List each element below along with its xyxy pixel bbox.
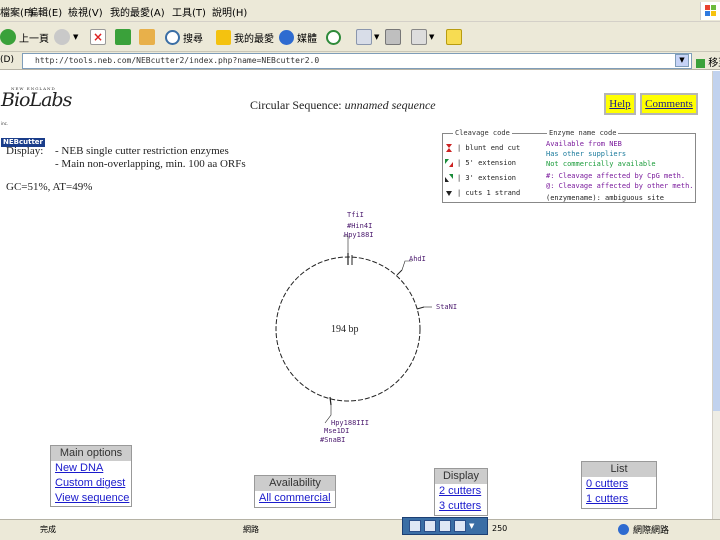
three-cutters-link[interactable]: 3 cutters: [435, 499, 487, 514]
media-button[interactable]: 媒體: [279, 26, 317, 48]
history-icon: [326, 29, 341, 45]
stop-icon: ×: [90, 29, 106, 45]
address-url: http://tools.neb.com/NEBcutter2/index.ph…: [35, 56, 320, 65]
edit-button[interactable]: ▼: [411, 26, 434, 48]
print-icon: [385, 29, 401, 45]
scrollbar-thumb[interactable]: [713, 71, 720, 411]
chevron-down-icon[interactable]: ▼: [469, 522, 474, 530]
print-button[interactable]: [385, 26, 401, 48]
status-bar: 完成 網路 250 網際網路: [0, 519, 720, 540]
chevron-down-icon: ▼: [429, 33, 435, 41]
address-input[interactable]: http://tools.neb.com/NEBcutter2/index.ph…: [22, 53, 692, 69]
enzyme-label-stani[interactable]: StaNI: [436, 303, 457, 311]
input-method-icon[interactable]: [409, 520, 421, 532]
keyboard-icon[interactable]: [424, 520, 436, 532]
enzyme-label-ahdi[interactable]: AhdI: [409, 255, 426, 263]
enzyme-label-hpy188i[interactable]: Hpy188I: [344, 231, 374, 239]
messenger-button[interactable]: [446, 26, 462, 48]
chevron-down-icon: ▼: [374, 33, 380, 41]
media-label: 媒體: [297, 33, 317, 45]
search-button[interactable]: 搜尋: [165, 26, 203, 48]
list-menu: List 0 cutters 1 cutters: [581, 461, 657, 509]
main-options-title: Main options: [51, 446, 131, 461]
back-arrow-icon: [0, 29, 16, 45]
forward-arrow-icon: [54, 29, 70, 45]
internet-zone-icon: [618, 524, 629, 535]
back-label: 上一頁: [19, 33, 49, 45]
display-menu-title: Display: [435, 469, 487, 484]
status-text-network: 網路: [243, 525, 259, 534]
menu-favorites[interactable]: 我的最愛(A): [110, 4, 165, 19]
go-button[interactable]: 移至: [696, 54, 720, 69]
menu-tools[interactable]: 工具(T): [172, 4, 206, 19]
status-text-count: 250: [492, 524, 508, 533]
chevron-down-icon: ▼: [73, 33, 79, 41]
media-icon: [279, 29, 294, 45]
display-menu: Display 2 cutters 3 cutters: [434, 468, 488, 516]
stop-button[interactable]: ×: [90, 26, 106, 48]
menu-view[interactable]: 檢視(V): [68, 4, 103, 19]
home-button[interactable]: [139, 26, 155, 48]
language-bar[interactable]: ▼: [402, 517, 488, 535]
list-menu-title: List: [582, 462, 656, 477]
refresh-button[interactable]: [115, 26, 131, 48]
sequence-length: 194 bp: [331, 324, 359, 335]
view-sequence-link[interactable]: View sequence: [51, 491, 131, 506]
zone-label: 網際網路: [633, 526, 670, 536]
availability-menu: Availability All commercial: [254, 475, 336, 508]
refresh-icon: [115, 29, 131, 45]
favorites-label: 我的最愛: [234, 33, 274, 45]
site-tick-ahdi: [396, 269, 403, 276]
enzyme-label-hpy188iii[interactable]: Hpy188III: [331, 419, 369, 427]
security-zone: 網際網路: [618, 523, 669, 536]
mail-button[interactable]: ▼: [356, 26, 379, 48]
go-label: 移至: [708, 58, 720, 69]
back-button[interactable]: 上一頁 ▼: [0, 26, 60, 48]
address-dropdown-icon[interactable]: ▼: [675, 54, 689, 67]
status-text: 完成: [40, 525, 56, 534]
site-tick-bottom: [329, 396, 332, 406]
edit-icon: [411, 29, 427, 45]
address-label: (D): [0, 55, 14, 65]
forward-button[interactable]: ▼: [54, 26, 78, 48]
zero-cutters-link[interactable]: 0 cutters: [582, 477, 656, 492]
search-label: 搜尋: [183, 33, 203, 45]
help-icon[interactable]: [454, 520, 466, 532]
availability-title: Availability: [255, 476, 335, 491]
menu-help[interactable]: 說明(H): [212, 4, 247, 19]
address-bar: (D) http://tools.neb.com/NEBcutter2/inde…: [0, 52, 720, 70]
home-icon: [139, 29, 155, 45]
go-arrow-icon: [696, 58, 705, 68]
windows-logo-icon: [700, 2, 720, 20]
menu-bar: 檔案(F) 編輯(E) 檢視(V) 我的最愛(A) 工具(T) 說明(H): [0, 0, 720, 22]
custom-digest-link[interactable]: Custom digest: [51, 476, 131, 491]
note-icon: [446, 29, 462, 45]
new-dna-link[interactable]: New DNA: [51, 461, 131, 476]
enzyme-label-tfii[interactable]: TfiI: [347, 211, 364, 219]
toolbar: 上一頁 ▼ ▼ × 搜尋 我的最愛 媒體 ▼ ▼: [0, 22, 720, 52]
history-button[interactable]: [326, 26, 344, 48]
all-commercial-link[interactable]: All commercial: [255, 491, 335, 506]
vertical-scrollbar[interactable]: [712, 71, 720, 519]
mail-icon: [356, 29, 372, 45]
enzyme-label-hin4i[interactable]: #Hin4I: [347, 222, 372, 230]
search-icon: [165, 29, 180, 45]
settings-icon[interactable]: [439, 520, 451, 532]
star-icon: [216, 29, 231, 45]
enzyme-label-snabi[interactable]: #SnaBI: [320, 436, 345, 444]
site-tick-stani: [416, 306, 425, 310]
menu-edit[interactable]: 編輯(E): [28, 4, 62, 19]
enzyme-label-mse1di[interactable]: Mse1DI: [324, 427, 349, 435]
two-cutters-link[interactable]: 2 cutters: [435, 484, 487, 499]
one-cutters-link[interactable]: 1 cutters: [582, 492, 656, 507]
page-content: NEW ENGLAND BioLabs inc. NEBcutter Circu…: [0, 71, 712, 519]
favorites-button[interactable]: 我的最愛: [216, 26, 274, 48]
main-options-menu: Main options New DNA Custom digest View …: [50, 445, 132, 507]
